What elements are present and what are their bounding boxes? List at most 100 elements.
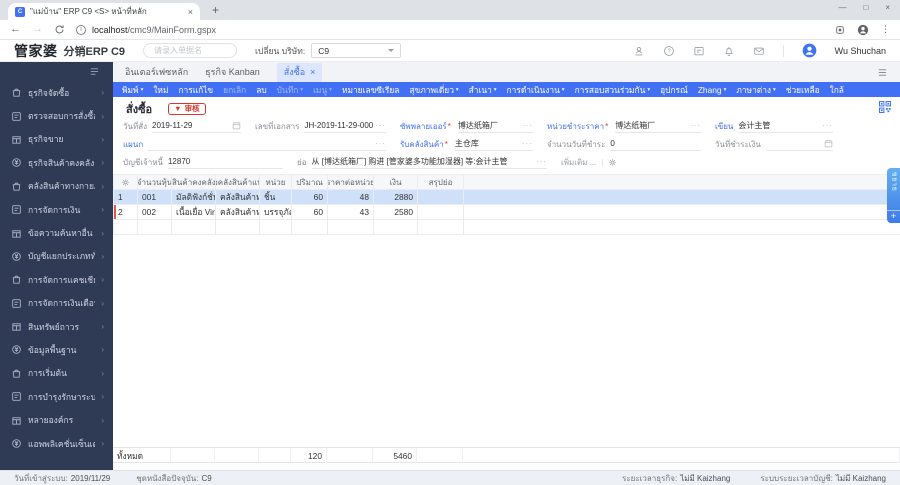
refresh-icon[interactable] [54, 24, 65, 35]
toolbar-zhang-button[interactable]: Zhang ▾ [693, 85, 732, 95]
sidebar-item-initialization[interactable]: การเริ่มต้น › [0, 362, 113, 385]
new-tab-button[interactable]: + [212, 3, 219, 17]
table-cell[interactable]: 002 [138, 205, 172, 220]
table-cell[interactable]: 2880 [374, 190, 418, 205]
bell-icon[interactable] [723, 45, 735, 57]
field-label[interactable]: หน่วยชำระราคา* [547, 120, 615, 133]
toolbar-joint-query-button[interactable]: การสอบสวนร่วมกัน ▾ [570, 83, 656, 97]
ellipsis-picker-icon[interactable]: ··· [373, 121, 386, 130]
back-icon[interactable]: ← [10, 24, 21, 35]
table-cell[interactable]: 43 [328, 205, 374, 220]
table-header-cell[interactable]: ปริมาณ [292, 174, 328, 190]
field-pay-unit-input[interactable]: 博达纸箱厂 ··· [615, 120, 701, 133]
qr-code-icon[interactable] [879, 101, 891, 113]
table-row[interactable]: 2002เนื้อเยื่อ Vindaคลังสินค้าหลักบรรจุภ… [113, 205, 900, 220]
tab-close-icon[interactable]: × [310, 67, 315, 77]
tab-main-interface[interactable]: อินเตอร์เฟซหลัก [125, 65, 188, 79]
field-doc-no-input[interactable]: JH-2019-11-29-00004··· [304, 120, 386, 133]
tab-purchase-order[interactable]: สั่งซื้อ × [276, 62, 323, 82]
table-header-cell[interactable]: ชื่อสินค้าคงคลังแ.. [172, 174, 216, 190]
field-label[interactable]: รับคลังสินค้า* [400, 138, 455, 151]
mail-icon[interactable] [753, 45, 765, 57]
field-order-date-input[interactable]: 2019-11-29 [152, 120, 241, 133]
sidebar-item-basic-data[interactable]: ข้อมูลพื้นฐาน › [0, 338, 113, 361]
ellipsis-picker-icon[interactable]: ··· [520, 139, 533, 148]
help-icon[interactable]: ? [663, 45, 675, 57]
sidebar-item-payroll[interactable]: การจัดการเงินเดือน › [0, 292, 113, 315]
side-panel-handle[interactable]: ขยาย + [887, 168, 900, 223]
sidebar-item-app-center[interactable]: แอพพลิเคชั่นเซ็นเตอร์ › [0, 432, 113, 455]
ellipsis-picker-icon[interactable]: ··· [688, 121, 701, 130]
minimize-icon[interactable]: — [838, 3, 846, 12]
calendar-icon[interactable] [232, 121, 241, 130]
extension-icon[interactable] [835, 25, 845, 35]
field-summary-input[interactable]: 从 [博达纸箱厂] 购进 [管家婆多功能加湿器] 等:会计主管 ··· [311, 156, 547, 169]
field-label[interactable]: แผนก [123, 138, 148, 151]
tab-kanban[interactable]: ธุรกิจ Kanban [205, 65, 260, 79]
sidebar-item-purchase-review[interactable]: ตรวจสอบการสั่งซื้อ › [0, 104, 113, 127]
sidebar-item-fixed-assets[interactable]: สินทรัพย์ถาวร › [0, 315, 113, 338]
table-header-cell[interactable] [114, 174, 138, 190]
forward-icon[interactable]: → [32, 24, 43, 35]
ellipsis-picker-icon[interactable]: ··· [820, 121, 833, 130]
table-row[interactable]: 1001มัลติฟังก์ชั่นเ...คลังสินค้าหลักชิ้น… [113, 190, 900, 205]
field-label[interactable]: ซัพพลายเออร์* [400, 120, 458, 133]
table-header-cell[interactable]: เงิน [374, 174, 418, 190]
sidebar-item-sales[interactable]: ธุรกิจขาย › [0, 128, 113, 151]
sidebar-item-cashier[interactable]: การจัดการแคชเชียร์ › [0, 268, 113, 291]
toolbar-edit-button[interactable]: การแก้ไข [173, 83, 218, 97]
browser-profile-icon[interactable] [857, 24, 869, 36]
audit-icon[interactable] [633, 45, 645, 57]
table-gear-icon[interactable] [121, 178, 130, 187]
toolbar-operations-button[interactable]: การดำเนินงาน ▾ [502, 83, 570, 97]
table-cell[interactable] [418, 190, 464, 205]
avatar[interactable] [802, 43, 817, 58]
table-header-cell[interactable]: จำนวนหุ้น [138, 174, 172, 190]
table-cell[interactable]: 60 [292, 205, 328, 220]
browser-menu-icon[interactable]: ⋮ [881, 24, 890, 35]
global-search[interactable] [143, 43, 238, 58]
toolbar-close-button[interactable]: ใกล้ [825, 83, 849, 97]
table-header-cell[interactable]: หน่วย [260, 174, 292, 190]
note-icon[interactable] [693, 45, 705, 57]
sidebar-item-multi-org[interactable]: หลายองค์กร › [0, 408, 113, 431]
field-recv-warehouse-input[interactable]: 主仓库 ··· [454, 138, 533, 151]
toolbar-copy-button[interactable]: สำเนา ▾ [464, 83, 502, 97]
table-cell[interactable]: 48 [328, 190, 374, 205]
calendar-icon[interactable] [824, 139, 833, 148]
table-cell[interactable]: คลังสินค้าหลัก [216, 205, 260, 220]
sidebar-item-purchase[interactable]: ธุรกิจจัดซื้อ › [0, 81, 113, 104]
table-header-cell[interactable]: ชื่อคลังสินค้าแบบ [216, 174, 260, 190]
table-cell[interactable]: ชิ้น [260, 190, 292, 205]
maximize-icon[interactable]: □ [863, 3, 868, 12]
gear-icon[interactable] [608, 158, 617, 167]
table-cell[interactable]: 001 [138, 190, 172, 205]
field-payable-balance-input[interactable]: 12870 [167, 156, 283, 169]
ellipsis-picker-icon[interactable]: ··· [520, 121, 533, 130]
table-cell[interactable]: บรรจุภัณฑ์ [260, 205, 292, 220]
sidebar-collapse-icon[interactable] [89, 66, 100, 77]
toolbar-new-button[interactable]: ใหม่ [148, 83, 173, 97]
ellipsis-picker-icon[interactable]: ··· [373, 139, 386, 148]
toolbar-language-button[interactable]: ภาษาต่าง ▾ [731, 83, 780, 97]
table-header-cell[interactable]: สรุปย่อ [418, 174, 464, 190]
site-info-icon[interactable]: i [76, 24, 86, 35]
table-header-cell[interactable]: ราคาต่อหน่วย [328, 174, 374, 190]
table-empty-row[interactable] [113, 220, 900, 235]
toolbar-serial-number-button[interactable]: หมายเลขซีเรียล [337, 83, 404, 97]
table-cell[interactable]: มัลติฟังก์ชั่นเ... [172, 190, 216, 205]
toolbar-print-button[interactable]: พิมพ์ ▾ [117, 83, 148, 97]
sidebar-item-general-ledger[interactable]: บัญชีแยกประเภททั่วไป › [0, 245, 113, 268]
more-fields-link[interactable]: เพิ่มเติม ... | [561, 156, 617, 169]
url-bar[interactable]: i localhost/cmc9/MainForm.gspx [76, 24, 824, 35]
company-select[interactable]: C9 [311, 43, 402, 58]
field-pay-date-input[interactable] [765, 138, 833, 151]
sidebar-item-system-maintenance[interactable]: การบำรุงรักษาระบบ › [0, 385, 113, 408]
toolbar-delete-button[interactable]: ลบ [251, 83, 271, 97]
close-window-icon[interactable]: × [885, 3, 890, 12]
sidebar-item-other-query[interactable]: ข้อความค้นหาอื่น ๆ › [0, 221, 113, 244]
search-input[interactable] [154, 46, 223, 55]
sidebar-item-finance[interactable]: การจัดการเงิน › [0, 198, 113, 221]
table-cell[interactable]: คลังสินค้าหลัก [216, 190, 260, 205]
browser-tab[interactable]: C "แม่บ้าน" ERP C9 <S> หน้าที่หลัก × [8, 3, 200, 20]
